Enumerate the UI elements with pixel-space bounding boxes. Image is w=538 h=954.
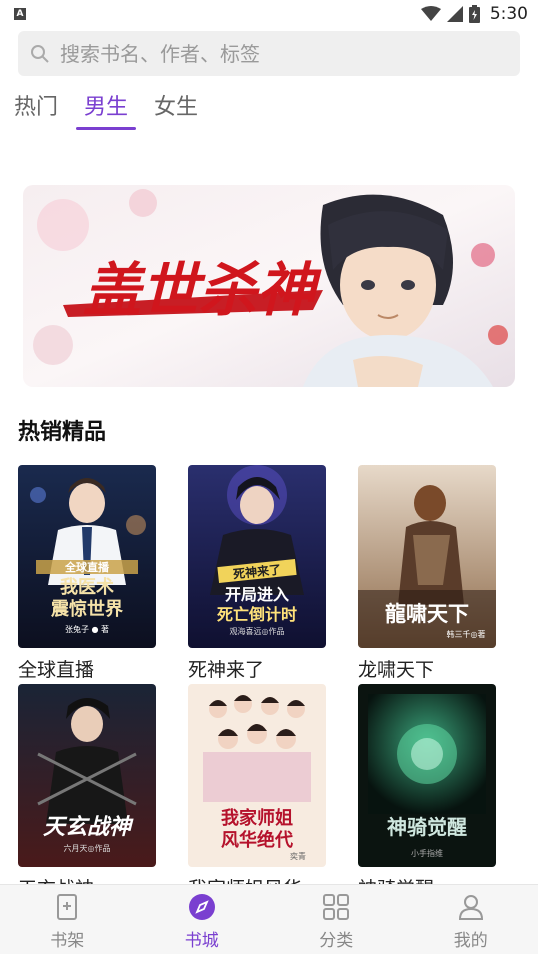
nav-label: 书城 bbox=[184, 931, 219, 951]
banner-title-art: 盖世杀神 bbox=[83, 256, 322, 324]
bookshelf-icon bbox=[57, 894, 78, 920]
svg-text:风华绝代: 风华绝代 bbox=[221, 829, 293, 851]
book-title[interactable]: 死神来了 bbox=[188, 656, 326, 678]
svg-text:我医术: 我医术 bbox=[60, 576, 114, 598]
svg-text:六月天◎作品: 六月天◎作品 bbox=[64, 843, 111, 853]
svg-text:观海喜远◎作品: 观海喜远◎作品 bbox=[230, 626, 285, 636]
book-card[interactable]: 天玄战神 六月天◎作品 天玄战神 bbox=[18, 684, 156, 897]
user-icon bbox=[458, 895, 483, 920]
book-card[interactable]: 龍啸天下 韩三千◎著 龙啸天下 bbox=[358, 465, 496, 678]
search-input[interactable] bbox=[60, 41, 500, 66]
nav-profile[interactable]: 我的 bbox=[404, 885, 538, 954]
nav-bookstore[interactable]: 书城 bbox=[135, 885, 270, 954]
svg-text:张兔子 ● 著: 张兔子 ● 著 bbox=[65, 624, 109, 634]
svg-text:开局进入: 开局进入 bbox=[225, 585, 289, 604]
book-cover[interactable]: 死神来了 开局进入 死亡倒计时 观海喜远◎作品 bbox=[188, 465, 326, 648]
tab-female[interactable]: 女生 bbox=[154, 90, 198, 130]
svg-text:天玄战神: 天玄战神 bbox=[43, 814, 134, 840]
svg-text:神骑觉醒: 神骑觉醒 bbox=[387, 815, 467, 839]
category-tabs: 热门 男生 女生 bbox=[14, 90, 224, 130]
search-bar[interactable] bbox=[18, 31, 520, 76]
book-card[interactable]: 全球直播 我医术 震惊世界 张兔子 ● 著 全球直播 bbox=[18, 465, 156, 678]
svg-text:小手指维: 小手指维 bbox=[411, 848, 443, 858]
svg-text:我家师姐: 我家师姐 bbox=[221, 807, 293, 829]
book-cover[interactable]: 神骑觉醒 小手指维 bbox=[358, 684, 496, 867]
section-title: 热销精品 bbox=[18, 420, 107, 445]
svg-text:韩三千◎著: 韩三千◎著 bbox=[447, 629, 486, 639]
app-notification-icon: A bbox=[14, 8, 26, 20]
status-bar: A 5:30 bbox=[0, 0, 538, 28]
clock: 5:30 bbox=[489, 4, 528, 24]
book-card[interactable]: 我家师姐 风华绝代 奕青 我家师姐风华 bbox=[188, 684, 326, 897]
tab-male[interactable]: 男生 bbox=[76, 90, 137, 130]
book-title[interactable]: 全球直播 bbox=[18, 656, 156, 678]
book-card[interactable]: 神骑觉醒 小手指维 神骑觉醒 bbox=[358, 684, 496, 897]
status-icons: 5:30 bbox=[420, 4, 528, 24]
signal-icon bbox=[446, 6, 463, 22]
promo-banner[interactable]: 盖世杀神 bbox=[23, 185, 515, 387]
book-title[interactable]: 龙啸天下 bbox=[358, 656, 496, 678]
book-cover[interactable]: 天玄战神 六月天◎作品 bbox=[18, 684, 156, 867]
book-card[interactable]: 死神来了 开局进入 死亡倒计时 观海喜远◎作品 死神来了 bbox=[188, 465, 326, 678]
svg-text:死亡倒计时: 死亡倒计时 bbox=[217, 605, 297, 624]
battery-icon bbox=[468, 5, 480, 23]
svg-text:全球直播: 全球直播 bbox=[64, 560, 110, 574]
tab-hot[interactable]: 热门 bbox=[14, 90, 58, 130]
nav-bookshelf[interactable]: 书架 bbox=[0, 885, 135, 954]
nav-label: 我的 bbox=[453, 931, 488, 951]
book-cover[interactable]: 全球直播 我医术 震惊世界 张兔子 ● 著 bbox=[18, 465, 156, 648]
book-cover[interactable]: 我家师姐 风华绝代 奕青 bbox=[188, 684, 326, 867]
nav-label: 书架 bbox=[50, 931, 85, 951]
svg-text:震惊世界: 震惊世界 bbox=[51, 598, 123, 620]
search-icon bbox=[31, 44, 49, 63]
svg-text:奕青: 奕青 bbox=[290, 851, 306, 861]
wifi-icon bbox=[420, 6, 441, 21]
nav-category[interactable]: 分类 bbox=[269, 885, 404, 954]
nav-label: 分类 bbox=[319, 931, 354, 951]
compass-icon bbox=[188, 894, 215, 920]
svg-text:龍啸天下: 龍啸天下 bbox=[385, 601, 469, 626]
bottom-navigation: 书架 书城 分类 我的 bbox=[0, 884, 538, 954]
book-cover[interactable]: 龍啸天下 韩三千◎著 bbox=[358, 465, 496, 648]
grid-icon bbox=[323, 894, 350, 920]
